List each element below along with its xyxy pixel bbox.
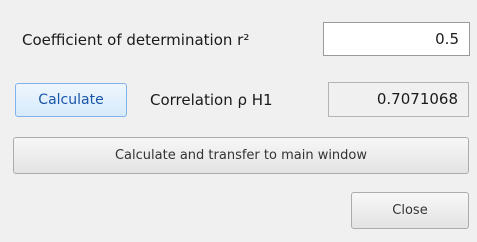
calculate-and-transfer-button[interactable]: Calculate and transfer to main window bbox=[13, 137, 469, 174]
close-button[interactable]: Close bbox=[351, 192, 469, 229]
coefficient-of-determination-label: Coefficient of determination r² bbox=[22, 31, 250, 49]
coefficient-of-determination-input[interactable]: 0.5 bbox=[323, 22, 470, 56]
correlation-dialog: Coefficient of determination r² 0.5 Calc… bbox=[0, 0, 477, 242]
correlation-value-field: 0.7071068 bbox=[328, 82, 469, 117]
correlation-label: Correlation ρ H1 bbox=[150, 91, 273, 109]
calculate-button[interactable]: Calculate bbox=[15, 83, 127, 117]
